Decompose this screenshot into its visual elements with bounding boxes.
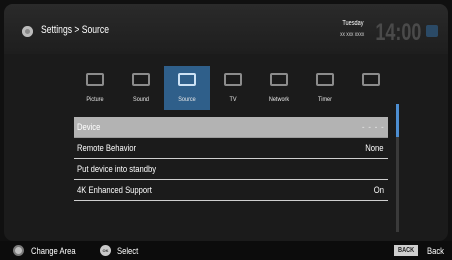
category-sound[interactable]: Sound (118, 66, 164, 110)
top-bar: Settings > Source Tuesday xx xxx xxxx 14… (4, 4, 448, 54)
menu-item-value: On (373, 185, 384, 195)
brand-logo-icon (426, 25, 438, 37)
menu-item-device[interactable]: Device - - - - (74, 117, 388, 138)
menu-item-remote-behavior[interactable]: Remote Behavior None (74, 138, 388, 159)
source-menu-list: Device - - - - Remote Behavior None Put … (74, 117, 388, 201)
back-key-icon: BACK (394, 245, 418, 256)
menu-scrollbar[interactable] (396, 104, 399, 232)
menu-item-4k-support[interactable]: 4K Enhanced Support On (74, 180, 388, 201)
menu-item-standby[interactable]: Put device into standby (74, 159, 388, 180)
menu-item-value: None (365, 143, 384, 153)
category-label: TV (229, 96, 237, 103)
select-hint: Select (117, 246, 139, 256)
category-label: Timer (318, 96, 332, 103)
category-network[interactable]: Network (256, 66, 302, 110)
breadcrumb: Settings > Source (41, 24, 109, 36)
menu-item-label: Put device into standby (77, 164, 157, 174)
system-icon (362, 73, 380, 86)
network-icon (270, 73, 288, 86)
source-icon (178, 73, 196, 86)
menu-item-label: 4K Enhanced Support (77, 185, 152, 195)
category-timer[interactable]: Timer (302, 66, 348, 110)
menu-item-value: - - - - (361, 122, 384, 132)
settings-icon (22, 26, 33, 37)
category-bar: Picture Sound Source TV Network Timer (72, 66, 392, 110)
timer-icon (316, 73, 334, 86)
category-label: Picture (86, 96, 104, 103)
footer-hints: Change Area OK Select BACK Back (0, 241, 452, 260)
category-picture[interactable]: Picture (72, 66, 118, 110)
menu-item-label: Remote Behavior (77, 143, 137, 153)
category-system[interactable] (348, 66, 394, 110)
back-key-text: BACK (397, 247, 415, 254)
settings-panel: Settings > Source Tuesday xx xxx xxxx 14… (4, 4, 448, 241)
category-tv[interactable]: TV (210, 66, 256, 110)
change-area-hint: Change Area (31, 246, 76, 256)
ok-button-icon: OK (100, 245, 111, 256)
category-label: Source (178, 96, 196, 103)
category-label: Network (268, 96, 290, 103)
sound-icon (132, 73, 150, 86)
clock-day: Tuesday (342, 20, 364, 27)
dpad-icon (13, 245, 24, 256)
picture-icon (86, 73, 104, 86)
tv-icon (224, 73, 242, 86)
category-source[interactable]: Source (164, 66, 210, 110)
back-hint: Back (426, 246, 444, 256)
menu-item-label: Device (77, 122, 101, 132)
clock-time: 14:00 (374, 19, 421, 46)
clock-date: xx xxx xxxx (339, 32, 364, 38)
category-label: Sound (133, 96, 149, 103)
tv-settings-screen: Settings > Source Tuesday xx xxx xxxx 14… (0, 0, 452, 260)
scroll-thumb[interactable] (396, 104, 399, 137)
